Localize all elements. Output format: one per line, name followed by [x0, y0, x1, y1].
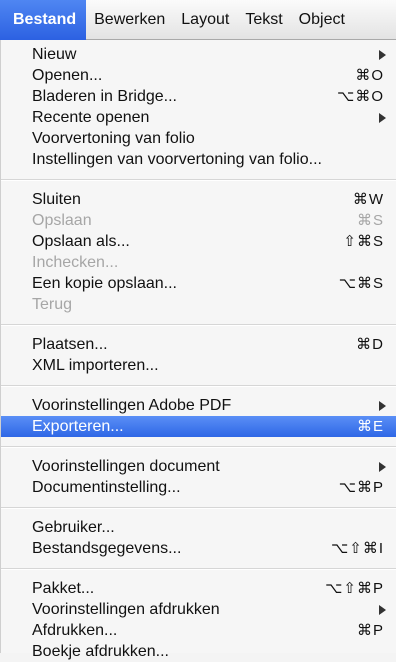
menu-item-label: Recente openen: [32, 109, 150, 126]
menu-item-pakket[interactable]: Pakket... ⌥⇧⌘P: [1, 578, 396, 599]
menu-item-label: Terug: [32, 296, 73, 313]
keyboard-shortcut: ⌥⇧⌘P: [325, 580, 384, 597]
menu-item-label: Voorinstellingen Adobe PDF: [32, 397, 232, 414]
menu-separator: [1, 446, 396, 448]
menubar-item-layout[interactable]: Layout: [173, 0, 237, 40]
keyboard-shortcut: ⌥⇧⌘I: [330, 540, 384, 557]
keyboard-shortcut: ⌘S: [356, 212, 384, 229]
menu-item-exporteren[interactable]: Exporteren... ⌘E: [1, 416, 396, 437]
menu-item-voorinstellingen-adobe-pdf[interactable]: Voorinstellingen Adobe PDF: [1, 395, 396, 416]
menu-item-recente-openen[interactable]: Recente openen: [1, 107, 396, 128]
submenu-arrow-icon: [379, 462, 386, 472]
menu-item-afdrukken[interactable]: Afdrukken... ⌘P: [1, 620, 396, 641]
menu-item-opslaan: Opslaan ⌘S: [1, 210, 396, 231]
menu-item-sluiten[interactable]: Sluiten ⌘W: [1, 189, 396, 210]
menu-item-label: Documentinstelling...: [32, 479, 181, 496]
submenu-arrow-icon: [379, 50, 386, 60]
menu-item-opslaan-als[interactable]: Opslaan als... ⇧⌘S: [1, 231, 396, 252]
menubar-item-bewerken[interactable]: Bewerken: [86, 0, 173, 40]
menu-item-voorinstellingen-document[interactable]: Voorinstellingen document: [1, 456, 396, 477]
menu-item-bestandsgegevens[interactable]: Bestandsgegevens... ⌥⇧⌘I: [1, 538, 396, 559]
menu-item-bladeren-in-bridge[interactable]: Bladeren in Bridge... ⌥⌘O: [1, 86, 396, 107]
submenu-arrow-icon: [379, 605, 386, 615]
menu-item-label: Openen...: [32, 67, 103, 84]
menubar-item-object[interactable]: Object: [291, 0, 353, 40]
keyboard-shortcut: ⌘W: [352, 191, 384, 208]
file-dropdown-menu: Nieuw Openen... ⌘O Bladeren in Bridge... ⌥⌘O…: [0, 40, 396, 660]
menu-item-label: Opslaan als...: [32, 233, 130, 250]
menu-item-label: Nieuw: [32, 46, 77, 63]
keyboard-shortcut: ⌘P: [356, 622, 384, 639]
menu-item-label: Instellingen van voorvertoning van folio…: [32, 151, 322, 168]
menu-item-terug: Terug: [1, 294, 396, 315]
menubar-item-tekst[interactable]: Tekst: [237, 0, 290, 40]
menu-item-plaatsen[interactable]: Plaatsen... ⌘D: [1, 334, 396, 355]
keyboard-shortcut: ⌥⌘S: [338, 275, 384, 292]
menu-item-label: Sluiten: [32, 191, 81, 208]
menu-item-instellingen-van-voorvertoning-van-folio[interactable]: Instellingen van voorvertoning van folio…: [1, 149, 396, 170]
menu-item-label: Gebruiker...: [32, 519, 115, 536]
menu-bar: Bestand Bewerken Layout Tekst Object: [0, 0, 396, 40]
menu-separator: [1, 179, 396, 181]
menu-item-label: Opslaan: [32, 212, 92, 229]
submenu-arrow-icon: [379, 401, 386, 411]
menu-item-inchecken: Inchecken...: [1, 252, 396, 273]
menubar-item-bestand[interactable]: Bestand: [0, 0, 87, 40]
menu-item-label: Bladeren in Bridge...: [32, 88, 177, 105]
menu-item-label: Inchecken...: [32, 254, 119, 271]
menu-separator: [1, 324, 396, 326]
menu-item-label: Voorvertoning van folio: [32, 130, 195, 147]
menu-separator: [1, 507, 396, 509]
menu-item-label: Boekje afdrukken...: [32, 643, 169, 660]
menu-separator: [1, 385, 396, 387]
keyboard-shortcut: ⌥⌘O: [337, 88, 384, 105]
menu-item-voorvertoning-van-folio[interactable]: Voorvertoning van folio: [1, 128, 396, 149]
menu-item-voorinstellingen-afdrukken[interactable]: Voorinstellingen afdrukken: [1, 599, 396, 620]
menu-item-xml-importeren[interactable]: XML importeren...: [1, 355, 396, 376]
menu-item-label: Voorinstellingen afdrukken: [32, 601, 220, 618]
menu-item-label: Bestandsgegevens...: [32, 540, 182, 557]
menu-item-label: Exporteren...: [32, 418, 124, 435]
menu-item-documentinstelling[interactable]: Documentinstelling... ⌥⌘P: [1, 477, 396, 498]
menu-item-nieuw[interactable]: Nieuw: [1, 44, 396, 65]
submenu-arrow-icon: [379, 113, 386, 123]
keyboard-shortcut: ⌘E: [356, 418, 384, 435]
menu-item-label: XML importeren...: [32, 357, 159, 374]
keyboard-shortcut: ⌘O: [355, 67, 384, 84]
menu-item-een-kopie-opslaan[interactable]: Een kopie opslaan... ⌥⌘S: [1, 273, 396, 294]
keyboard-shortcut: ⌘D: [356, 336, 384, 353]
menu-item-label: Voorinstellingen document: [32, 458, 220, 475]
menu-separator: [1, 568, 396, 570]
keyboard-shortcut: ⇧⌘S: [343, 233, 384, 250]
menu-item-label: Plaatsen...: [32, 336, 108, 353]
menu-item-label: Een kopie opslaan...: [32, 275, 177, 292]
menu-item-openen[interactable]: Openen... ⌘O: [1, 65, 396, 86]
menu-item-label: Pakket...: [32, 580, 95, 597]
keyboard-shortcut: ⌥⌘P: [338, 479, 384, 496]
menu-item-boekje-afdrukken[interactable]: Boekje afdrukken...: [1, 641, 396, 662]
menu-item-label: Afdrukken...: [32, 622, 118, 639]
menu-item-gebruiker[interactable]: Gebruiker...: [1, 517, 396, 538]
